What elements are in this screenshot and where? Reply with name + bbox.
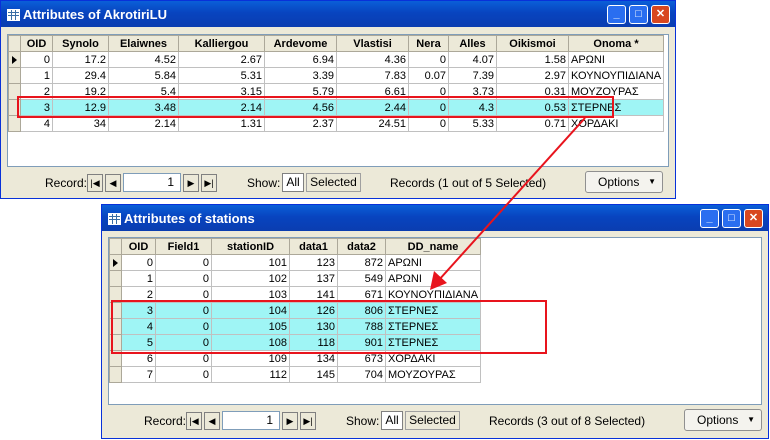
arrow-line xyxy=(437,117,586,282)
annotation-arrow xyxy=(430,117,586,290)
